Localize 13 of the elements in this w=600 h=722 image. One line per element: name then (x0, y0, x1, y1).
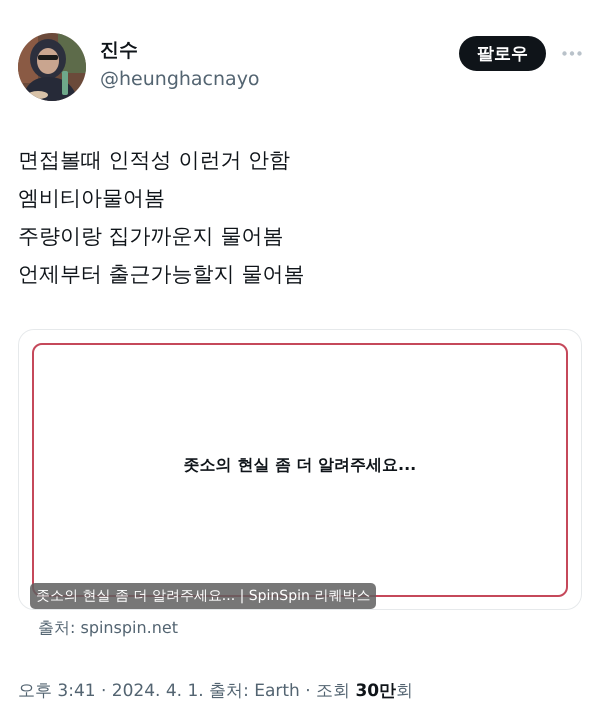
post-text: 주량이랑 집가까운지 물어봄 (18, 223, 284, 250)
link-card[interactable]: 좃소의 현실 좀 더 알려주세요... 좃소의 현실 좀 더 알려주세요... | SpinSpin 리퀘박스 (18, 329, 582, 610)
post-text: 면접볼때 인적성 이런거 안함 (18, 147, 292, 174)
post-text: 언제부터 출근가능할지 물어봄 (18, 261, 306, 288)
link-source[interactable]: 출처: spinspin.net (38, 618, 582, 639)
link-caption: 좃소의 현실 좀 더 알려주세요... | SpinSpin 리퀘박스 (30, 583, 376, 609)
follow-button[interactable]: 팔로우 (459, 36, 546, 71)
author-name: 진수 (100, 38, 139, 62)
preview-title: 좃소의 현실 좀 더 알려주세요... (184, 454, 416, 476)
post-text: 엠비티아물어봄 (18, 185, 166, 212)
more-icon[interactable] (562, 51, 582, 56)
username: @heunghacnayo (100, 67, 261, 92)
post-meta: 오후 3:41 · 2024. 4. 1. 출처: Earth · 조회 30만회 (18, 680, 414, 702)
